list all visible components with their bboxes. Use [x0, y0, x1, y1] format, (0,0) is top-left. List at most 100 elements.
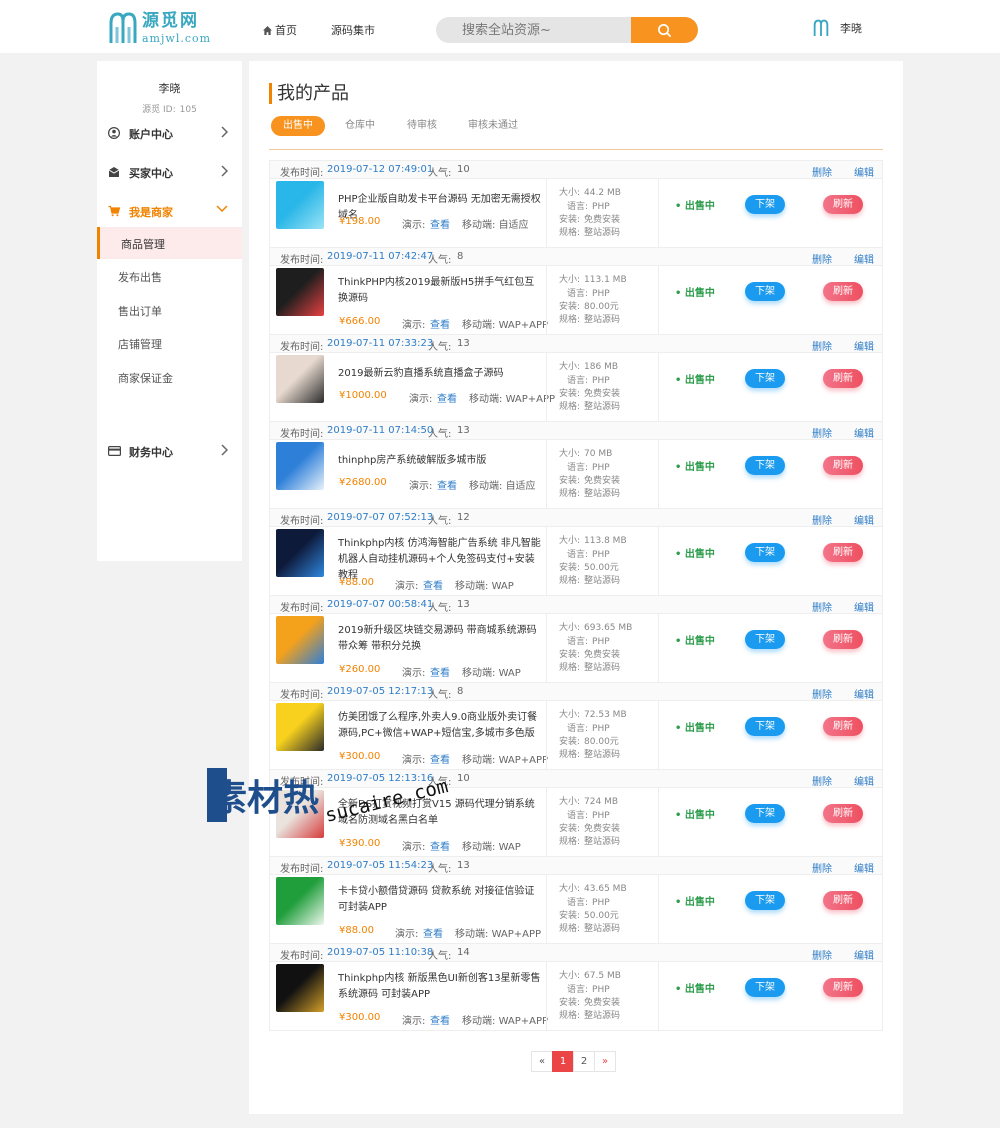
demo-link[interactable]: 查看: [430, 216, 450, 231]
delist-button[interactable]: 下架: [745, 978, 785, 997]
delist-button[interactable]: 下架: [745, 282, 785, 301]
edit-link[interactable]: 编辑: [854, 773, 874, 788]
spec-type-value: 整站源码: [584, 228, 621, 238]
spec-size: 大小: 693.65 MB: [559, 620, 632, 633]
demo-link[interactable]: 查看: [430, 838, 450, 853]
edit-link[interactable]: 编辑: [854, 860, 874, 875]
demo-link[interactable]: 查看: [430, 751, 450, 766]
refresh-button[interactable]: 刷新: [823, 543, 863, 562]
menu-finance-center[interactable]: 财务中心: [97, 441, 242, 461]
delete-link[interactable]: 删除: [812, 251, 832, 266]
delist-button[interactable]: 下架: [745, 804, 785, 823]
product-thumbnail[interactable]: [276, 181, 324, 229]
tab-on-sale[interactable]: 出售中: [271, 116, 325, 136]
demo-link[interactable]: 查看: [430, 316, 450, 331]
refresh-button[interactable]: 刷新: [823, 630, 863, 649]
tab-pending-review[interactable]: 待审核: [399, 116, 445, 136]
submenu-merchant-deposit[interactable]: 商家保证金: [97, 361, 242, 393]
product-thumbnail[interactable]: [276, 790, 324, 838]
product-title[interactable]: 全新DS打赏视频打赏V15 源码代理分销系统 域名防测域名黑白名单: [338, 797, 543, 829]
edit-link[interactable]: 编辑: [854, 164, 874, 179]
nav-home-link[interactable]: 首页: [263, 22, 297, 38]
product-thumbnail[interactable]: [276, 268, 324, 316]
product-thumbnail[interactable]: [276, 703, 324, 751]
demo-link[interactable]: 查看: [423, 925, 443, 940]
edit-link[interactable]: 编辑: [854, 947, 874, 962]
edit-link[interactable]: 编辑: [854, 599, 874, 614]
refresh-button[interactable]: 刷新: [823, 804, 863, 823]
delete-link[interactable]: 删除: [812, 686, 832, 701]
tab-review-failed[interactable]: 审核未通过: [461, 116, 525, 136]
submenu-product-management-label: 商品管理: [121, 238, 165, 251]
product-title[interactable]: thinphp房产系统破解版多城市版: [338, 453, 543, 469]
edit-link[interactable]: 编辑: [854, 686, 874, 701]
refresh-button[interactable]: 刷新: [823, 978, 863, 997]
delete-link[interactable]: 删除: [812, 164, 832, 179]
demo-link[interactable]: 查看: [430, 1012, 450, 1027]
delete-link[interactable]: 删除: [812, 860, 832, 875]
delist-button[interactable]: 下架: [745, 630, 785, 649]
product-thumbnail[interactable]: [276, 529, 324, 577]
product-thumbnail[interactable]: [276, 442, 324, 490]
refresh-button[interactable]: 刷新: [823, 369, 863, 388]
delete-link[interactable]: 删除: [812, 599, 832, 614]
product-title[interactable]: 卡卡贷小额借贷源码 贷款系统 对接征信验证 可封装APP: [338, 884, 543, 916]
submenu-publish-sale[interactable]: 发布出售: [97, 260, 242, 292]
spec-size-value: 43.65 MB: [584, 884, 627, 894]
product-title[interactable]: ThinkPHP内核2019最新版H5拼手气红包互换源码: [338, 275, 543, 307]
edit-link[interactable]: 编辑: [854, 338, 874, 353]
product-thumbnail[interactable]: [276, 877, 324, 925]
delist-button[interactable]: 下架: [745, 195, 785, 214]
user-menu[interactable]: 李晓: [812, 19, 862, 37]
nav-source-market-link[interactable]: 源码集市: [331, 22, 375, 38]
edit-link[interactable]: 编辑: [854, 251, 874, 266]
delist-button[interactable]: 下架: [745, 717, 785, 736]
product-thumbnail[interactable]: [276, 616, 324, 664]
mobile-value: WAP+APP: [498, 320, 549, 331]
refresh-button[interactable]: 刷新: [823, 195, 863, 214]
pagination-prev[interactable]: «: [531, 1051, 553, 1072]
demo-link[interactable]: 查看: [437, 477, 457, 492]
product-thumbnail[interactable]: [276, 355, 324, 403]
product-thumbnail[interactable]: [276, 964, 324, 1012]
delete-link[interactable]: 删除: [812, 512, 832, 527]
refresh-button[interactable]: 刷新: [823, 717, 863, 736]
delist-button[interactable]: 下架: [745, 456, 785, 475]
spec-type: 规格: 整站源码: [559, 834, 620, 847]
site-logo[interactable]: 源觅网 amjwl.com: [108, 10, 211, 46]
product-title[interactable]: 仿美团饿了么程序,外卖人9.0商业版外卖订餐源码,PC+微信+WAP+短信宝,多…: [338, 710, 543, 742]
search-button[interactable]: [631, 17, 698, 43]
pagination-next[interactable]: »: [594, 1051, 616, 1072]
refresh-button[interactable]: 刷新: [823, 456, 863, 475]
pagination-page-1[interactable]: 1: [552, 1051, 574, 1072]
delist-button[interactable]: 下架: [745, 369, 785, 388]
menu-buyer-center[interactable]: 买家中心: [97, 162, 242, 182]
tab-in-warehouse[interactable]: 仓库中: [337, 116, 383, 136]
menu-merchant[interactable]: 我是商家: [97, 201, 242, 221]
delist-button[interactable]: 下架: [745, 543, 785, 562]
publish-time: 2019-07-11 07:14:50: [327, 425, 434, 436]
delist-button[interactable]: 下架: [745, 891, 785, 910]
refresh-button[interactable]: 刷新: [823, 891, 863, 910]
demo-link[interactable]: 查看: [430, 664, 450, 679]
delete-link[interactable]: 删除: [812, 773, 832, 788]
product-title[interactable]: Thinkphp内核 新版黑色UI新创客13星新零售系统源码 可封装APP: [338, 971, 543, 1003]
demo-link[interactable]: 查看: [423, 577, 443, 592]
submenu-product-management[interactable]: 商品管理: [97, 227, 242, 259]
product-title[interactable]: 2019新升级区块链交易源码 带商城系统源码 带众筹 带积分兑换: [338, 623, 543, 655]
delete-link[interactable]: 删除: [812, 425, 832, 440]
delete-link[interactable]: 删除: [812, 338, 832, 353]
product-specs: 大小: 186 MB 语言: PHP 安装: 免费安装 规格: 整站源码: [546, 353, 659, 421]
delete-link[interactable]: 删除: [812, 947, 832, 962]
edit-link[interactable]: 编辑: [854, 512, 874, 527]
product-specs: 大小: 693.65 MB 语言: PHP 安装: 免费安装 规格: 整站源码: [546, 614, 659, 682]
refresh-button[interactable]: 刷新: [823, 282, 863, 301]
menu-account-center[interactable]: 账户中心: [97, 123, 242, 143]
submenu-shop-management[interactable]: 店铺管理: [97, 327, 242, 359]
product-title[interactable]: 2019最新云豹直播系统直播盒子源码: [338, 366, 543, 382]
edit-link[interactable]: 编辑: [854, 425, 874, 440]
demo-link[interactable]: 查看: [437, 390, 457, 405]
search-input[interactable]: [436, 17, 632, 43]
pagination-page-2[interactable]: 2: [573, 1051, 595, 1072]
submenu-sold-orders[interactable]: 售出订单: [97, 294, 242, 326]
